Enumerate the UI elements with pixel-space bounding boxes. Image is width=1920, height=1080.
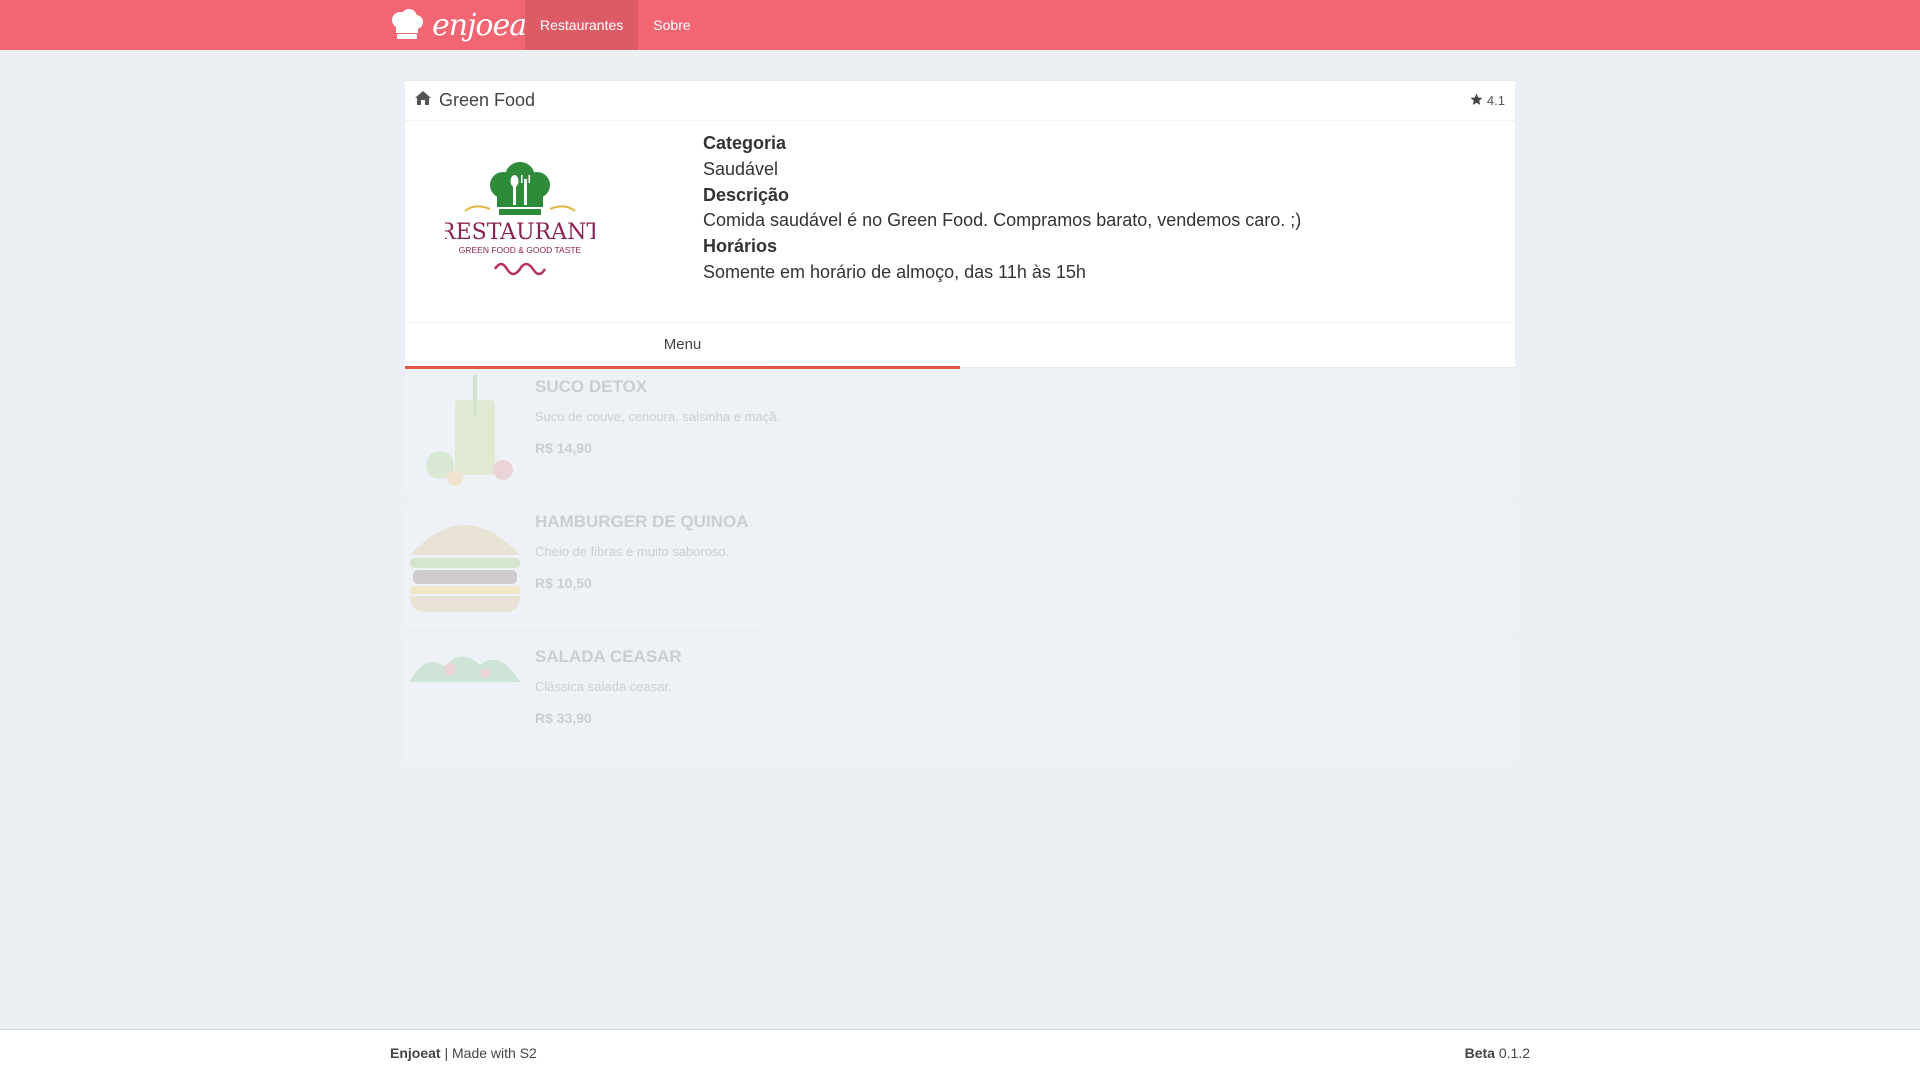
chef-hat-icon (390, 9, 424, 41)
footer-brand: Enjoeat (390, 1045, 441, 1061)
menu-item-description: Suco de couve, cenoura, salsinha e maçã. (535, 409, 780, 424)
restaurant-logo: RESTAURANT GREEN FOOD & GOOD TASTE (439, 161, 601, 279)
svg-text:GREEN FOOD & GOOD TASTE: GREEN FOOD & GOOD TASTE (459, 245, 582, 255)
restaurant-info: RESTAURANT GREEN FOOD & GOOD TASTE Categ… (405, 121, 1515, 322)
menu-item-price: R$ 33,90 (535, 710, 592, 726)
nav-inner: enjoeat Restaurantes Sobre (390, 0, 706, 50)
chef-hat-logo-icon (490, 162, 550, 215)
restaurant-header: Green Food 4.1 (405, 81, 1515, 121)
menu-item-price: R$ 10,50 (535, 575, 592, 591)
menu-item-text: SUCO DETOX Suco de couve, cenoura, salsi… (535, 377, 780, 456)
salad-icon (405, 637, 525, 763)
restaurant-box: Green Food 4.1 RESTAURANT GREEN FOOD & G… (405, 80, 1515, 369)
restaurant-rating: 4.1 (1470, 93, 1505, 109)
rating-value: 4.1 (1486, 93, 1505, 108)
burger-icon (405, 502, 525, 628)
top-navbar: enjoeat Restaurantes Sobre (0, 0, 1920, 50)
menu-item-text: SALADA CEASAR Clássica salada ceasar. R$… (535, 647, 682, 726)
menu-item[interactable]: HAMBURGER DE QUINOA Cheio de fibras e mu… (405, 502, 1515, 628)
menu-list: SUCO DETOX Suco de couve, cenoura, salsi… (405, 367, 1515, 772)
restaurant-tabs: Menu (405, 322, 1515, 369)
home-icon (415, 91, 431, 110)
footer-credits: Enjoeat | Made with S2 (390, 1045, 537, 1061)
restaurant-details: Categoria Saudável Descrição Comida saud… (703, 131, 1301, 286)
menu-item-description: Clássica salada ceasar. (535, 679, 672, 694)
menu-item[interactable]: SUCO DETOX Suco de couve, cenoura, salsi… (405, 367, 1515, 493)
tab-menu[interactable]: Menu (405, 323, 960, 369)
beta-label: Beta (1464, 1045, 1495, 1061)
menu-item-name: SUCO DETOX (535, 377, 648, 396)
description-label: Descrição (703, 184, 790, 205)
hours-label: Horários (703, 236, 778, 257)
footer-tagline: | Made with S2 (444, 1045, 537, 1061)
nav-item-sobre[interactable]: Sobre (638, 0, 705, 50)
brand-name: enjoeat (432, 7, 538, 43)
restaurant-name: Green Food (439, 90, 536, 110)
menu-item-name: SALADA CEASAR (535, 647, 682, 666)
menu-item-description: Cheio de fibras e muito saboroso. (535, 544, 730, 559)
brand-logo[interactable]: enjoeat (390, 0, 538, 50)
footer-version: Beta 0.1.2 (1465, 1045, 1530, 1061)
nav-item-restaurantes[interactable]: Restaurantes (525, 0, 639, 50)
category-value: Saudável (703, 158, 779, 179)
menu-item-price: R$ 14,90 (535, 440, 592, 456)
svg-text:RESTAURANT: RESTAURANT (445, 220, 595, 245)
star-icon (1470, 93, 1487, 109)
description-value: Comida saudável é no Green Food. Compram… (703, 210, 1302, 231)
juice-icon (405, 367, 525, 493)
version-number: 0.1.2 (1498, 1045, 1530, 1061)
menu-item-name: HAMBURGER DE QUINOA (535, 512, 749, 531)
menu-item[interactable]: SALADA CEASAR Clássica salada ceasar. R$… (405, 637, 1515, 763)
page-footer: Enjoeat | Made with S2 Beta 0.1.2 (0, 1029, 1920, 1080)
menu-item-text: HAMBURGER DE QUINOA Cheio de fibras e mu… (535, 512, 748, 591)
hours-value: Somente em horário de almoço, das 11h às… (703, 261, 1086, 282)
category-label: Categoria (703, 133, 787, 153)
